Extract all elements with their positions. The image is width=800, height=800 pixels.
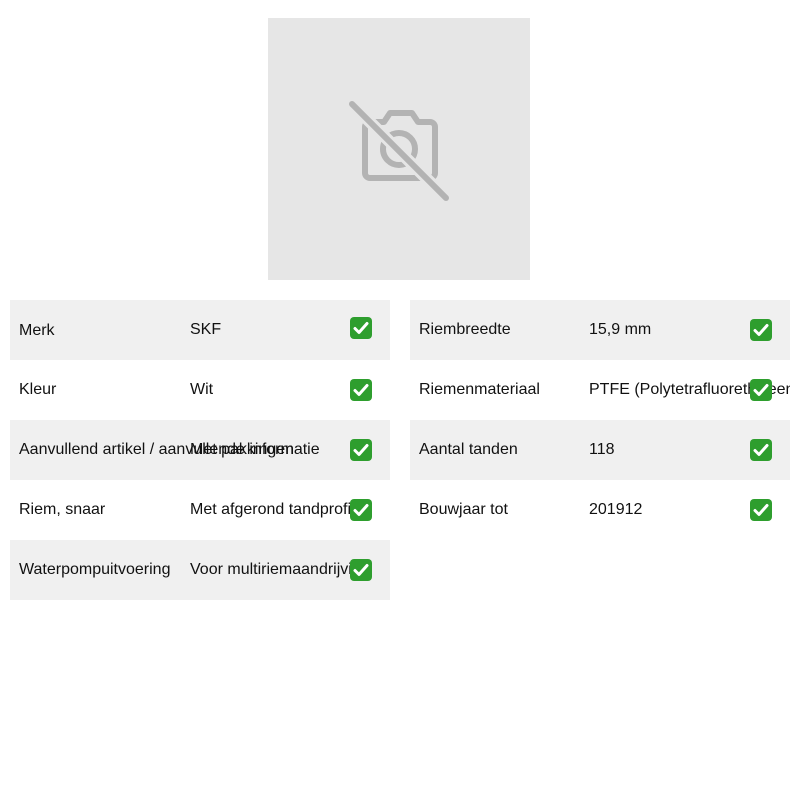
spec-label: Riembreedte <box>419 321 511 338</box>
check-mark-icon <box>350 559 372 581</box>
spec-row: Merk SKF <box>10 300 390 360</box>
check-mark-icon <box>350 499 372 521</box>
spec-label: Bouwjaar tot <box>419 501 508 518</box>
spec-value: Met afgerond tandprofiel <box>190 501 364 518</box>
check-mark-icon <box>750 499 772 521</box>
spec-label: Kleur <box>19 381 57 398</box>
check-mark-icon <box>750 379 772 401</box>
spec-label: Riemenmateriaal <box>419 381 540 398</box>
spec-row: Aanvullend artikel / aanvullende informa… <box>10 420 390 480</box>
check-mark-icon <box>350 316 372 339</box>
spec-row: Riem, snaar Met afgerond tandprofiel <box>10 480 390 540</box>
spec-value: SKF <box>190 321 222 338</box>
spec-row: Riembreedte 15,9 mm <box>410 300 790 360</box>
camera-off-icon <box>346 98 452 204</box>
spec-label: Riem, snaar <box>19 501 106 518</box>
check-mark-icon <box>750 439 772 461</box>
spec-value: Voor multiriemaandrijving <box>190 561 370 578</box>
spec-label: Waterpompuitvoering <box>19 561 171 578</box>
spec-table-right: Riembreedte 15,9 mm Riemenmateriaal PTFE… <box>410 300 790 540</box>
check-mark-icon <box>750 319 772 341</box>
spec-value: 201912 <box>589 501 643 518</box>
check-mark-icon <box>350 439 372 461</box>
spec-row: Aantal tanden 118 <box>410 420 790 480</box>
product-image-placeholder <box>268 18 530 280</box>
spec-table-left: Merk SKF Kleur Wit Aanvullend artikel / … <box>10 300 390 600</box>
spec-row: Riemenmateriaal PTFE (Polytetrafluorethy… <box>410 360 790 420</box>
spec-value: Met pakkingen <box>190 441 295 458</box>
spec-row: Waterpompuitvoering Voor multiriemaandri… <box>10 540 390 600</box>
spec-row: Bouwjaar tot 201912 <box>410 480 790 540</box>
spec-label: Aantal tanden <box>419 441 518 458</box>
spec-value: 15,9 mm <box>589 321 652 338</box>
spec-value: 118 <box>589 441 615 458</box>
spec-row: Kleur Wit <box>10 360 390 420</box>
spec-value: Wit <box>190 381 214 398</box>
check-mark-icon <box>350 379 372 401</box>
spec-label: Merk <box>19 322 55 340</box>
